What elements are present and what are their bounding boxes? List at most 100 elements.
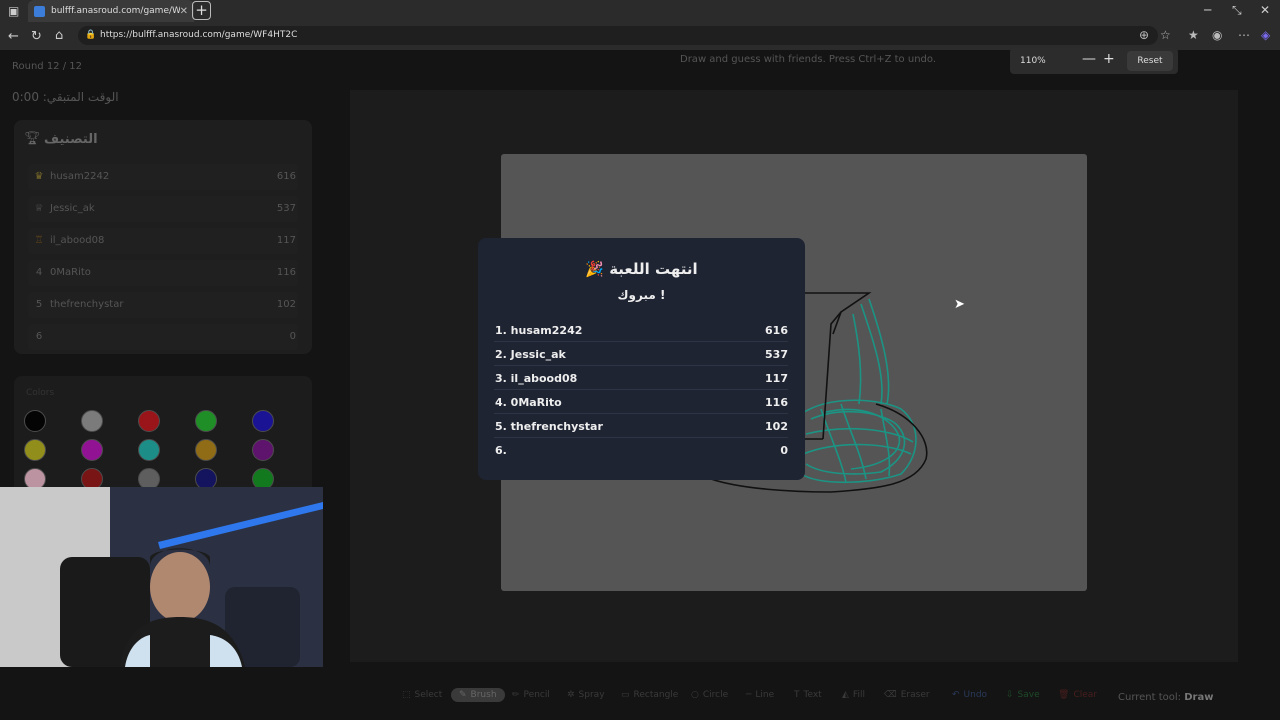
leaderboard-row: 4 0MaRito 116 — [28, 260, 298, 286]
final-player-score: 537 — [765, 348, 788, 361]
player-score: 102 — [276, 299, 296, 310]
restore-icon[interactable]: ⤡ — [1232, 3, 1242, 18]
colors-label: Colors — [26, 388, 55, 398]
home-icon[interactable]: ⌂ — [55, 28, 63, 43]
rank-medal-icon: ♖ — [34, 235, 44, 246]
tool-fill[interactable]: ◭ Fill — [842, 690, 865, 700]
tool-select[interactable]: ⬚ Select — [402, 690, 442, 700]
color-swatch[interactable] — [138, 439, 160, 461]
game-hint: Draw and guess with friends. Press Ctrl+… — [680, 54, 936, 65]
drawing-toolbar: ⬚ Select ✎ Brush ✏ Pencil ✲ Spray ▭ Rectangle… — [380, 684, 1240, 710]
tab-close-icon[interactable]: ✕ — [180, 6, 188, 17]
webcam-image — [0, 487, 323, 667]
zoom-popup: 110% — + Reset — [1010, 48, 1178, 74]
leaderboard-row: 6 0 — [28, 324, 298, 350]
close-window-icon[interactable]: ✕ — [1260, 3, 1270, 17]
url-text: https://bulfff.anasroud.com/game/WF4HT2C — [100, 30, 298, 40]
current-tool-indicator: Current tool: Draw — [1118, 692, 1213, 703]
circle-icon: ○ — [691, 690, 699, 700]
final-player-name: 1. husam2242 — [495, 324, 583, 337]
color-swatch[interactable] — [252, 410, 274, 432]
copilot-icon[interactable]: ◈ — [1261, 28, 1270, 42]
undo-button[interactable]: ↶ Undo — [952, 690, 987, 700]
clear-button[interactable]: 🗑︎ Clear — [1058, 690, 1097, 700]
final-score-row: 4. 0MaRito 116 — [494, 390, 788, 414]
final-score-row: 2. Jessic_ak 537 — [494, 342, 788, 366]
text-icon: T — [794, 690, 800, 700]
rank-number: 6 — [35, 331, 43, 342]
color-swatch[interactable] — [81, 439, 103, 461]
zoom-reset-button[interactable]: Reset — [1127, 51, 1173, 71]
color-swatch[interactable] — [138, 410, 160, 432]
tool-brush[interactable]: ✎ Brush — [451, 688, 505, 702]
player-score: 616 — [276, 171, 296, 182]
color-swatch[interactable] — [24, 439, 46, 461]
tool-eraser[interactable]: ⌫ Eraser — [884, 690, 930, 700]
new-tab-button[interactable]: + — [192, 1, 211, 20]
tool-rectangle[interactable]: ▭ Rectangle — [621, 690, 678, 700]
color-swatch[interactable] — [24, 410, 46, 432]
spray-icon: ✲ — [567, 690, 575, 700]
undo-icon: ↶ — [952, 690, 960, 700]
tab-actions-icon[interactable]: ▣ — [8, 4, 19, 18]
url-field[interactable]: 🔒 https://bulfff.anasroud.com/game/WF4HT… — [78, 26, 1158, 45]
player-name: husam2242 — [50, 171, 110, 182]
favorite-star-icon[interactable]: ☆ — [1160, 28, 1171, 42]
final-player-name: 5. thefrenchystar — [495, 420, 603, 433]
refresh-icon[interactable]: ↻ — [31, 29, 42, 44]
save-icon: ⇩ — [1006, 690, 1014, 700]
round-counter: Round 12 / 12 — [12, 61, 82, 72]
rectangle-icon: ▭ — [621, 690, 630, 700]
final-score-row: 3. il_abood08 117 — [494, 366, 788, 390]
player-name: il_abood08 — [50, 235, 105, 246]
color-swatch[interactable] — [195, 439, 217, 461]
player-score: 0 — [289, 331, 296, 342]
mouse-cursor-icon: ➤ — [954, 297, 965, 312]
tool-spray[interactable]: ✲ Spray — [567, 690, 605, 700]
tool-line[interactable]: ─ Line — [746, 690, 774, 700]
favorites-icon[interactable]: ★ — [1188, 28, 1199, 42]
minimize-icon[interactable]: ─ — [1204, 3, 1211, 17]
eraser-icon: ⌫ — [884, 690, 897, 700]
color-swatch[interactable] — [81, 410, 103, 432]
leaderboard-title: التصنيف — [44, 132, 98, 147]
time-remaining: الوقت المتبقي: 0:00 — [12, 90, 119, 104]
rank-number: 4 — [35, 267, 43, 278]
current-tool-value: Draw — [1184, 692, 1214, 703]
trophy-icon: 🏆︎ — [24, 131, 41, 146]
zoom-icon[interactable]: ⊕ — [1139, 28, 1149, 42]
player-score: 117 — [276, 235, 296, 246]
select-icon: ⬚ — [402, 690, 411, 700]
browser-tab[interactable]: bulfff.anasroud.com/game/WF4H ✕ — [28, 0, 194, 22]
game-over-modal: 🎉 انتهت اللعبة مبروك ! 1. husam2242 616 … — [478, 238, 805, 480]
tool-text[interactable]: T Text — [794, 690, 822, 700]
back-icon[interactable]: ← — [8, 29, 19, 44]
rank-trophy-icon: ♕ — [34, 203, 44, 214]
profile-icon[interactable]: ◉ — [1212, 28, 1222, 42]
lock-icon: 🔒 — [85, 30, 97, 40]
final-player-score: 116 — [765, 396, 788, 409]
tool-pencil[interactable]: ✏ Pencil — [512, 690, 550, 700]
fill-icon: ◭ — [842, 690, 849, 700]
final-player-name: 2. Jessic_ak — [495, 348, 566, 361]
zoom-in-button[interactable]: + — [1103, 51, 1115, 67]
color-swatch[interactable] — [195, 410, 217, 432]
final-player-name: 6. — [495, 444, 507, 457]
webcam-overlay — [0, 487, 323, 667]
rank-number: 5 — [35, 299, 43, 310]
final-player-name: 4. 0MaRito — [495, 396, 562, 409]
tool-circle[interactable]: ○ Circle — [691, 690, 728, 700]
final-score-row: 6. 0 — [494, 438, 788, 462]
color-swatch[interactable] — [252, 439, 274, 461]
trash-icon: 🗑︎ — [1058, 690, 1070, 700]
leaderboard-row: 5 thefrenchystar 102 — [28, 292, 298, 318]
zoom-out-button[interactable]: — — [1082, 51, 1096, 67]
final-player-score: 102 — [765, 420, 788, 433]
congrats-subtitle: مبروك ! — [617, 288, 666, 302]
player-name: 0MaRito — [50, 267, 91, 278]
zoom-level: 110% — [1020, 56, 1046, 66]
tab-title: bulfff.anasroud.com/game/WF4H — [51, 6, 180, 16]
player-name: Jessic_ak — [50, 203, 95, 214]
more-icon[interactable]: ⋯ — [1238, 28, 1250, 42]
save-button[interactable]: ⇩ Save — [1006, 690, 1040, 700]
